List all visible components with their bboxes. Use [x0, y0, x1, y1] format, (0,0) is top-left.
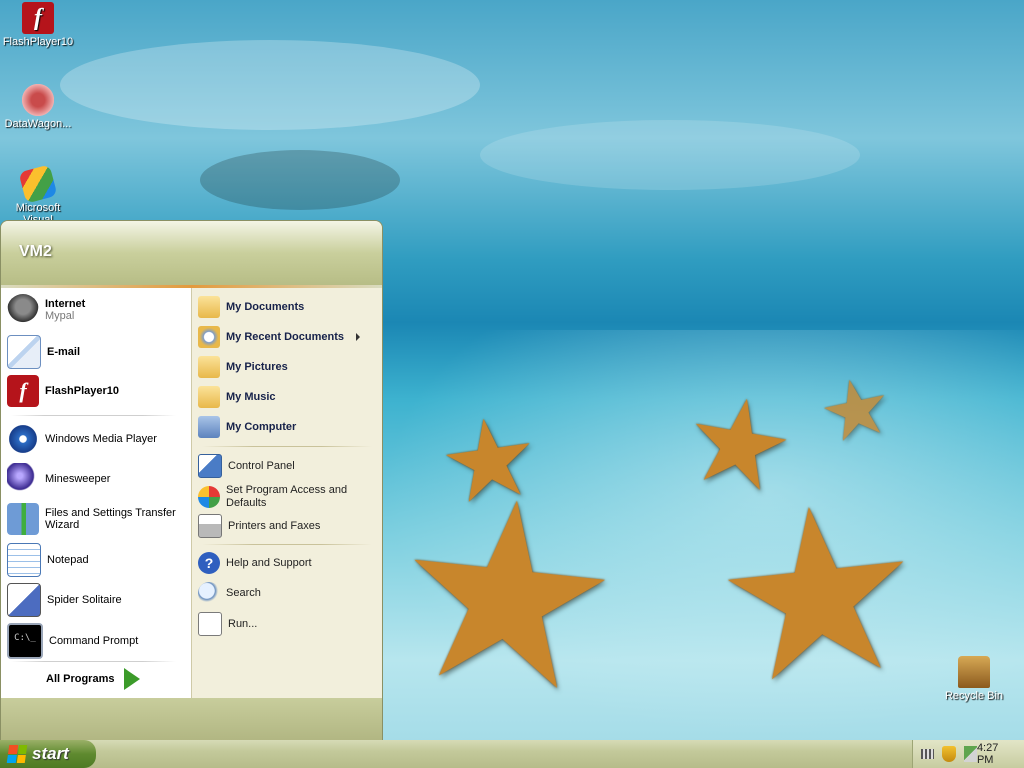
browser-icon — [7, 294, 39, 326]
network-icon[interactable] — [963, 746, 977, 762]
visual-studio-shortcut-icon — [18, 164, 58, 204]
security-shield-icon[interactable] — [942, 746, 956, 762]
place-printers-faxes[interactable]: Printers and Faxes — [198, 514, 320, 538]
place-search[interactable]: Search — [198, 582, 261, 604]
starfish: ★ — [701, 450, 935, 739]
desktop-icon-recycle-bin[interactable]: Recycle Bin — [936, 656, 1012, 702]
start-menu-right-pane: My Documents My Recent Documents My Pict… — [191, 288, 382, 698]
recent-item-minesweeper[interactable]: Minesweeper — [7, 463, 110, 495]
submenu-arrow-icon — [355, 333, 360, 341]
folder-pictures-icon — [198, 356, 220, 378]
folder-music-icon — [198, 386, 220, 408]
recent-item-notepad[interactable]: Notepad — [7, 543, 89, 577]
separator — [202, 544, 372, 545]
recent-documents-icon — [198, 326, 220, 348]
desktop-icon-flashplayer[interactable]: f FlashPlayer10 — [0, 2, 76, 48]
system-tray: 4:27 PM — [912, 740, 1024, 768]
separator — [11, 661, 176, 662]
recent-item-media-player[interactable]: Windows Media Player — [7, 423, 157, 455]
start-menu: VM2 Internet Mypal E-mail f FlashPlayer1… — [0, 220, 383, 742]
media-player-icon — [7, 423, 39, 455]
recycle-bin-icon — [958, 656, 990, 688]
keyboard-icon[interactable] — [921, 749, 935, 759]
program-defaults-icon — [198, 486, 220, 508]
start-button[interactable]: start — [0, 740, 96, 768]
place-run[interactable]: Run... — [198, 612, 257, 636]
start-menu-footer — [1, 698, 382, 741]
run-icon — [198, 612, 222, 636]
separator — [202, 446, 372, 447]
windows-logo-icon — [6, 745, 28, 763]
recent-item-spider-solitaire[interactable]: Spider Solitaire — [7, 583, 122, 617]
all-programs-button[interactable]: All Programs — [46, 668, 141, 690]
place-my-documents[interactable]: My Documents — [198, 296, 304, 318]
start-menu-left-pane: Internet Mypal E-mail f FlashPlayer10 Wi… — [1, 288, 191, 698]
recent-item-command-prompt[interactable]: C:\_ Command Prompt — [7, 623, 138, 659]
help-icon: ? — [198, 552, 220, 574]
spider-icon — [7, 583, 41, 617]
taskbar: start 4:27 PM — [0, 740, 1024, 768]
desktop-icon-visual-studio[interactable]: Microsoft Visual — [0, 164, 76, 226]
email-icon — [7, 335, 41, 369]
transfer-wizard-icon — [7, 503, 39, 535]
place-my-computer[interactable]: My Computer — [198, 416, 296, 438]
pinned-item-email[interactable]: E-mail — [7, 335, 80, 369]
starfish: ★ — [380, 438, 634, 751]
command-prompt-icon: C:\_ — [7, 623, 43, 659]
water-ripple — [480, 120, 860, 190]
mine-icon — [7, 463, 39, 495]
flash-icon: f — [7, 375, 39, 407]
start-menu-header: VM2 — [1, 221, 382, 285]
printer-icon — [198, 514, 222, 538]
desktop-icon-datawagon[interactable]: DataWagon... — [0, 84, 76, 130]
place-help-support[interactable]: ? Help and Support — [198, 552, 312, 574]
place-set-program-access[interactable]: Set Program Access and Defaults — [198, 484, 368, 510]
datawagon-shortcut-icon — [22, 84, 54, 116]
water-ripple — [200, 150, 400, 210]
place-my-recent-documents[interactable]: My Recent Documents — [198, 326, 360, 348]
place-my-pictures[interactable]: My Pictures — [198, 356, 288, 378]
separator — [11, 415, 176, 416]
pinned-item-flashplayer[interactable]: f FlashPlayer10 — [7, 375, 119, 407]
water-ripple — [60, 40, 480, 130]
computer-icon — [198, 416, 220, 438]
green-arrow-icon — [124, 668, 141, 690]
place-my-music[interactable]: My Music — [198, 386, 276, 408]
flash-icon: f — [22, 2, 54, 34]
clock[interactable]: 4:27 PM — [977, 742, 1011, 766]
search-icon — [198, 582, 220, 604]
recent-item-transfer-wizard[interactable]: Files and Settings Transfer Wizard — [7, 503, 191, 535]
user-name: VM2 — [19, 243, 52, 260]
pinned-item-internet[interactable]: Internet Mypal — [7, 294, 85, 326]
place-control-panel[interactable]: Control Panel — [198, 454, 295, 478]
control-panel-icon — [198, 454, 222, 478]
folder-documents-icon — [198, 296, 220, 318]
notepad-icon — [7, 543, 41, 577]
